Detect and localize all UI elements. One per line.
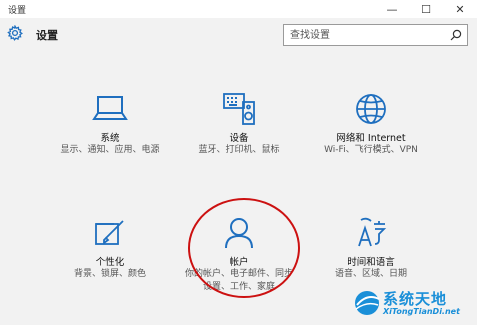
tile-time-language-desc: 语音、区域、日期 bbox=[334, 269, 407, 279]
tile-devices-title: 设备 bbox=[229, 133, 249, 144]
tile-time-language-title: 时间和语言 bbox=[347, 257, 395, 268]
tile-system-desc: 显示、通知、应用、电源 bbox=[60, 145, 160, 155]
window-title: 设置 bbox=[8, 6, 27, 16]
search-icon[interactable] bbox=[450, 29, 462, 41]
close-button[interactable]: ✕ bbox=[443, 0, 477, 18]
tile-accounts[interactable]: 帐户 你的帐户、电子邮件、同步设置、工作、家庭 bbox=[179, 216, 299, 316]
minimize-button[interactable]: — bbox=[375, 0, 409, 18]
watermark-text: 系统天地 bbox=[383, 290, 448, 308]
keyboard-speaker-icon bbox=[223, 93, 255, 125]
tile-system-title: 系统 bbox=[100, 133, 120, 144]
maximize-button[interactable]: ☐ bbox=[409, 0, 443, 18]
time-language-icon bbox=[358, 217, 387, 247]
gear-icon bbox=[7, 25, 23, 41]
tile-personalization[interactable]: 个性化 背景、锁屏、颜色 bbox=[50, 216, 170, 316]
watermark-logo: 系统天地 XiTongTianDi.net bbox=[353, 287, 471, 321]
laptop-icon bbox=[92, 96, 128, 120]
search-input[interactable] bbox=[284, 25, 450, 45]
watermark-globe-icon bbox=[355, 291, 380, 315]
tile-network[interactable]: 网络和 Internet Wi-Fi、飞行模式、VPN bbox=[311, 92, 431, 192]
tile-system[interactable]: 系统 显示、通知、应用、电源 bbox=[50, 92, 170, 192]
tile-network-title: 网络和 Internet bbox=[336, 133, 406, 144]
search-box[interactable] bbox=[283, 24, 468, 46]
tile-personalization-title: 个性化 bbox=[95, 257, 125, 268]
tile-accounts-title: 帐户 bbox=[229, 257, 249, 268]
paint-brush-icon bbox=[95, 220, 124, 245]
tile-devices-desc: 蓝牙、打印机、鼠标 bbox=[198, 145, 280, 155]
watermark-sub: XiTongTianDi.net bbox=[383, 307, 460, 316]
title-bar: 设置 — ☐ ✕ bbox=[0, 0, 477, 18]
tile-devices[interactable]: 设备 蓝牙、打印机、鼠标 bbox=[179, 92, 299, 192]
globe-icon bbox=[356, 94, 386, 124]
tile-network-desc: Wi-Fi、飞行模式、VPN bbox=[324, 145, 418, 155]
settings-header: 设置 bbox=[0, 18, 477, 56]
tile-personalization-desc: 背景、锁屏、颜色 bbox=[73, 269, 146, 279]
person-icon bbox=[225, 218, 253, 249]
tile-accounts-desc: 你的帐户、电子邮件、同步设置、工作、家庭 bbox=[185, 269, 294, 292]
page-title: 设置 bbox=[36, 29, 58, 42]
